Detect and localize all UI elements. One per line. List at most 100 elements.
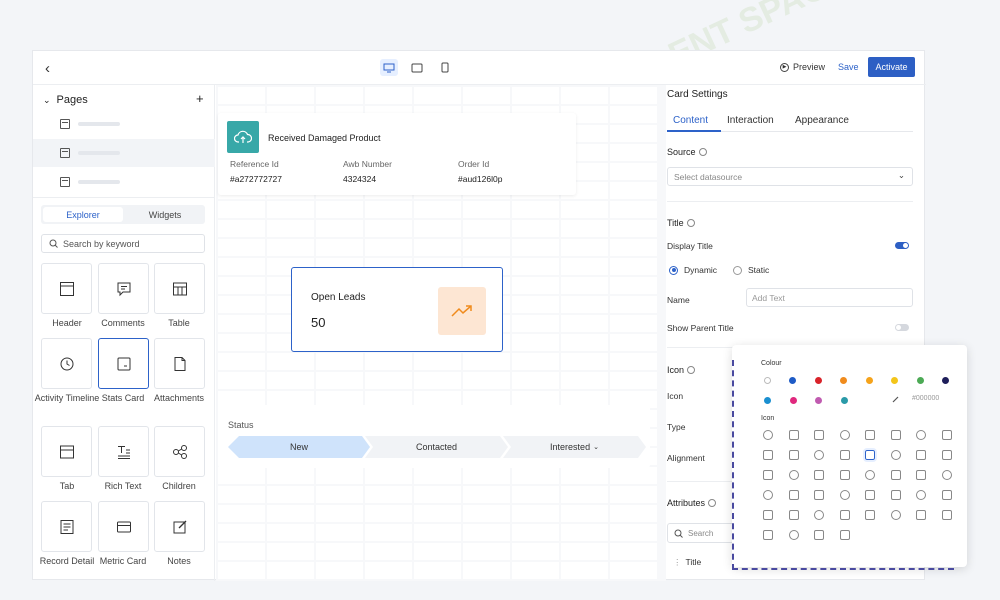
widget-attachments[interactable] — [154, 338, 205, 389]
widget-record-detail[interactable] — [41, 501, 92, 552]
grid-cell — [365, 467, 412, 484]
add-page-icon[interactable]: + — [196, 91, 204, 106]
page-item[interactable] — [33, 110, 215, 138]
step-interested[interactable]: Interested ⌄ — [503, 436, 646, 458]
attribute-item[interactable]: ⋮ Title — [673, 557, 701, 568]
search-input[interactable]: Search by keyword — [41, 234, 205, 253]
grid-cell — [561, 562, 608, 579]
status-card[interactable]: Status New Contacted Interested ⌄ — [218, 405, 650, 468]
stats-card-title: Open Leads — [311, 292, 366, 303]
back-icon[interactable]: ‹ — [45, 60, 50, 77]
grid-cell — [463, 239, 510, 256]
grid-cell — [561, 296, 608, 313]
active-tab-indicator — [667, 130, 721, 132]
page-item[interactable] — [33, 139, 215, 167]
grid-cell — [365, 524, 412, 541]
tab-content[interactable]: Content — [673, 115, 708, 126]
grid-cell — [316, 562, 363, 579]
grid-cell — [267, 524, 314, 541]
grid-cell — [365, 220, 412, 237]
tab-interaction[interactable]: Interaction — [727, 115, 774, 126]
grid-cell — [414, 524, 461, 541]
widget-stats-card[interactable] — [98, 338, 149, 389]
step-label: Interested — [550, 442, 591, 452]
record-detail-icon — [60, 519, 73, 534]
step-new[interactable]: New — [228, 436, 370, 458]
grid-cell — [512, 258, 559, 275]
tab-explorer[interactable]: Explorer — [43, 207, 123, 222]
title-section: Title — [667, 218, 695, 228]
grid-cell — [365, 239, 412, 256]
widget-children[interactable] — [154, 426, 205, 477]
save-button[interactable]: Save — [838, 62, 859, 72]
grid-cell — [267, 353, 314, 370]
grid-cell — [316, 353, 363, 370]
grid-cell — [512, 524, 559, 541]
widget-rich-text[interactable] — [98, 426, 149, 477]
metric-card-icon — [116, 521, 131, 532]
name-input[interactable]: Add Text — [746, 288, 913, 307]
grid-cell — [218, 239, 265, 256]
attachments-icon — [174, 356, 185, 371]
grid-cell — [218, 220, 265, 237]
show-parent-toggle[interactable] — [895, 324, 909, 331]
desktop-icon[interactable] — [380, 59, 398, 76]
field-value: 4324324 — [343, 174, 377, 184]
grid-cell — [512, 296, 559, 313]
step-contacted[interactable]: Contacted — [365, 436, 508, 458]
record-card[interactable]: Received Damaged Product Reference Id #a… — [218, 113, 576, 195]
widget-header[interactable] — [41, 263, 92, 314]
radio-button — [669, 265, 678, 275]
builder-canvas[interactable]: Received Damaged Product Reference Id #a… — [216, 85, 666, 581]
grid-cell — [463, 543, 510, 560]
grid-cell — [267, 467, 314, 484]
grid-cell — [218, 467, 265, 484]
preview-button[interactable]: ▶ Preview — [780, 62, 825, 72]
grid-cell — [267, 239, 314, 256]
attributes-search-input[interactable]: Search — [667, 523, 737, 543]
field-label: Awb Number — [343, 159, 392, 169]
attributes-search-placeholder: Search — [688, 528, 714, 538]
grid-cell — [267, 87, 314, 104]
page-item[interactable] — [33, 168, 215, 196]
grid-cell — [610, 334, 657, 351]
datasource-select[interactable]: Select datasource ⌄ — [667, 167, 913, 186]
display-title-toggle[interactable] — [895, 242, 909, 249]
widget-metric-card[interactable] — [98, 501, 149, 552]
grid-cell — [512, 543, 559, 560]
grid-cell — [610, 87, 657, 104]
grid-cell — [218, 87, 265, 104]
grid-cell — [561, 372, 608, 389]
radio-static[interactable]: Static — [733, 265, 769, 275]
grid-cell — [316, 87, 363, 104]
widget-notes[interactable] — [154, 501, 205, 552]
step-label: Contacted — [415, 442, 458, 452]
grid-cell — [414, 562, 461, 579]
grid-cell — [610, 524, 657, 541]
mobile-icon[interactable] — [436, 59, 454, 76]
radio-label: Dynamic — [684, 265, 718, 275]
widget-tab[interactable] — [41, 426, 92, 477]
settings-title: Card Settings — [667, 89, 728, 100]
icon-section-label: Icon — [667, 365, 685, 375]
status-pipeline: New Contacted Interested ⌄ — [228, 436, 641, 458]
name-label: Name — [667, 295, 690, 305]
chevron-down-icon: ⌄ — [897, 170, 905, 180]
stats-card[interactable]: Open Leads 50 — [291, 267, 503, 352]
radio-dynamic[interactable]: Dynamic — [669, 265, 717, 275]
tab-widgets[interactable]: Widgets — [125, 205, 205, 224]
pages-header[interactable]: ⌄ Pages — [43, 94, 88, 106]
tablet-icon[interactable] — [408, 59, 426, 76]
show-parent-label: Show Parent Title — [667, 323, 734, 333]
activate-button[interactable]: Activate — [868, 57, 915, 77]
widget-table[interactable] — [154, 263, 205, 314]
chevron-down-icon: ⌄ — [43, 94, 51, 105]
grid-cell — [316, 543, 363, 560]
widget-activity-timeline[interactable] — [41, 338, 92, 389]
drag-handle-icon: ⋮ — [673, 557, 682, 567]
search-icon — [49, 239, 58, 248]
attribute-label: Title — [685, 557, 702, 567]
grid-cell — [218, 353, 265, 370]
tab-appearance[interactable]: Appearance — [795, 115, 849, 126]
widget-comments[interactable] — [98, 263, 149, 314]
